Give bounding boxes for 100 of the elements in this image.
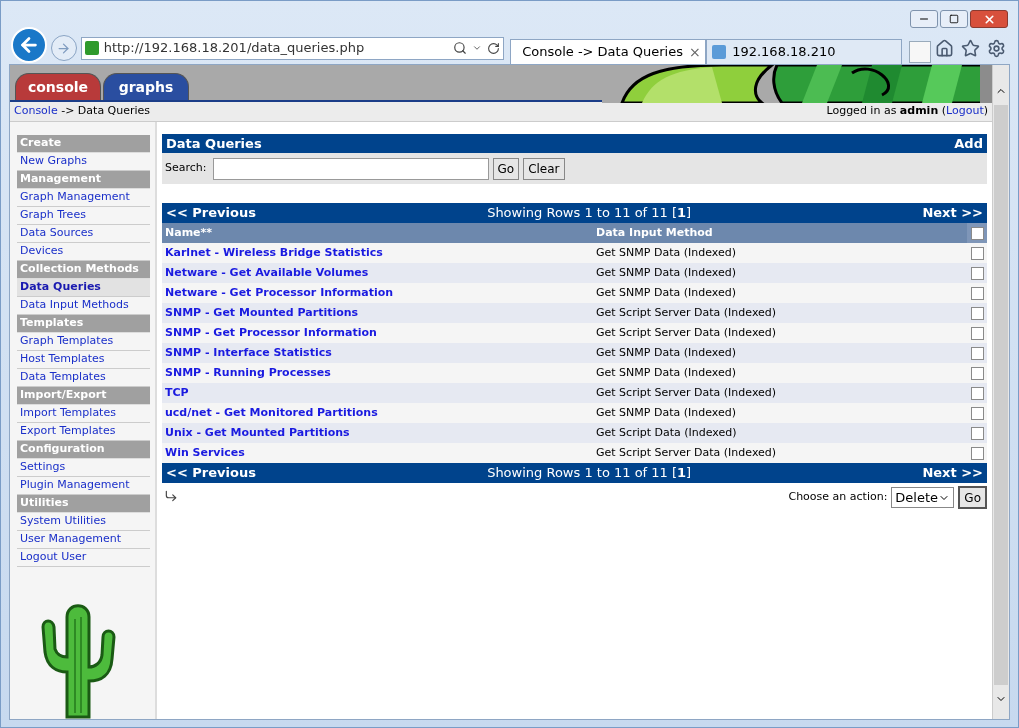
next-link[interactable]: Next >>: [922, 463, 983, 483]
tab-title: Console -> Data Queries: [522, 43, 683, 62]
rows-summary: Showing Rows 1 to 11 of 11 [1]: [487, 464, 692, 483]
checkbox[interactable]: [970, 326, 984, 340]
browser-tab[interactable]: 192.168.18.210: [706, 39, 903, 64]
checkbox[interactable]: [970, 406, 984, 420]
clear-button[interactable]: Clear: [523, 157, 565, 180]
address-text: http://192.168.18.201/data_queries.php: [103, 39, 366, 58]
table-cell-text: Get SNMP Data (Indexed): [595, 404, 737, 421]
sidebar-heading: Utilities: [17, 495, 150, 513]
scrollbar[interactable]: [992, 65, 1009, 719]
checkbox[interactable]: [970, 386, 984, 400]
browser-tab[interactable]: Console -> Data Queries ×: [510, 39, 707, 64]
sidebar-heading: Management: [17, 171, 150, 189]
maximize-icon: [949, 14, 959, 24]
breadcrumb-link[interactable]: Console: [14, 104, 58, 118]
query-name-link[interactable]: Unix - Get Mounted Partitions: [162, 424, 593, 442]
table-cell-text: Get Script Data (Indexed): [595, 424, 738, 441]
forward-arrow-icon: [56, 40, 72, 56]
forward-button[interactable]: [50, 35, 77, 61]
sidebar-item[interactable]: Graph Trees: [17, 207, 150, 225]
go-button[interactable]: Go: [492, 157, 520, 180]
previous-link[interactable]: << Previous: [166, 463, 256, 483]
query-name-link[interactable]: Karlnet - Wireless Bridge Statistics: [162, 244, 593, 262]
action-select[interactable]: Delete: [891, 487, 955, 508]
sidebar-item[interactable]: Graph Management: [17, 189, 150, 207]
table-cell-text: Get SNMP Data (Indexed): [595, 284, 737, 301]
checkbox[interactable]: [970, 286, 984, 300]
sidebar-item[interactable]: Data Sources: [17, 225, 150, 243]
panel-title: Data Queries: [166, 134, 262, 153]
table-cell-text: Get SNMP Data (Indexed): [595, 244, 737, 261]
table-cell-text: Get Script Server Data (Indexed): [595, 304, 778, 321]
query-name-link[interactable]: SNMP - Interface Statistics: [162, 344, 593, 362]
table-cell-text: Get SNMP Data (Indexed): [595, 364, 737, 381]
sidebar-item[interactable]: Logout User: [17, 549, 150, 567]
checkbox[interactable]: [970, 366, 984, 380]
table-cell-text: Get Script Server Data (Indexed): [595, 444, 778, 461]
favorites-icon[interactable]: [961, 38, 980, 58]
column-header[interactable]: Data Input Method: [593, 224, 967, 242]
query-name-link[interactable]: ucd/net - Get Monitored Partitions: [162, 404, 593, 422]
table-cell-text: Get SNMP Data (Indexed): [595, 264, 737, 281]
checkbox[interactable]: [970, 346, 984, 360]
rows-summary: Showing Rows 1 to 11 of 11 [1]: [487, 204, 692, 223]
close-icon: [982, 12, 996, 26]
query-name-link[interactable]: TCP: [162, 384, 593, 402]
dropdown-icon[interactable]: [472, 43, 483, 53]
table-cell-text: Get SNMP Data (Indexed): [595, 344, 737, 361]
checkbox[interactable]: [970, 426, 984, 440]
back-button[interactable]: [11, 27, 47, 63]
logout-link[interactable]: Logout: [946, 104, 984, 118]
checkbox[interactable]: [970, 266, 984, 280]
sidebar-heading: Configuration: [17, 441, 150, 459]
query-name-link[interactable]: SNMP - Get Processor Information: [162, 324, 593, 342]
header-tab[interactable]: console: [15, 73, 101, 101]
search-icon[interactable]: [453, 41, 468, 55]
table-cell-text: Get Script Server Data (Indexed): [595, 384, 778, 401]
sidebar-item[interactable]: System Utilities: [17, 513, 150, 531]
checkbox[interactable]: [970, 446, 984, 460]
sidebar-item[interactable]: Import Templates: [17, 405, 150, 423]
sidebar-heading: Collection Methods: [17, 261, 150, 279]
settings-icon[interactable]: [987, 38, 1006, 58]
breadcrumb-text: -> Data Queries: [60, 104, 151, 118]
checkbox[interactable]: [970, 246, 984, 260]
checkbox[interactable]: [970, 306, 984, 320]
sidebar-item[interactable]: Graph Templates: [17, 333, 150, 351]
query-name-link[interactable]: Netware - Get Available Volumes: [162, 264, 593, 282]
home-icon[interactable]: [935, 38, 954, 58]
query-name-link[interactable]: Win Services: [162, 444, 593, 462]
minimize-button[interactable]: [910, 10, 938, 28]
site-favicon-icon: [84, 41, 99, 55]
close-button[interactable]: [970, 10, 1008, 28]
sidebar-item[interactable]: Host Templates: [17, 351, 150, 369]
column-header[interactable]: Name**: [162, 224, 593, 242]
action-label: Choose an action:: [788, 489, 888, 506]
query-name-link[interactable]: SNMP - Running Processes: [162, 364, 593, 382]
sidebar-heading: Import/Export: [17, 387, 150, 405]
header-tab[interactable]: graphs: [103, 73, 189, 101]
login-status: Logged in as admin (Logout): [826, 103, 988, 120]
previous-link[interactable]: << Previous: [166, 203, 256, 223]
refresh-icon[interactable]: [487, 41, 501, 55]
query-name-link[interactable]: Netware - Get Processor Information: [162, 284, 593, 302]
query-name-link[interactable]: SNMP - Get Mounted Partitions: [162, 304, 593, 322]
tab-title: 192.168.18.210: [732, 43, 837, 62]
add-link[interactable]: Add: [954, 133, 983, 154]
selection-arrow-icon: [164, 489, 178, 503]
sidebar-item[interactable]: Settings: [17, 459, 150, 477]
sidebar-item[interactable]: Data Queries: [17, 279, 150, 297]
page-icon: [712, 45, 727, 59]
address-bar[interactable]: http://192.168.18.201/data_queries.php: [80, 36, 505, 60]
go-button[interactable]: Go: [958, 486, 987, 509]
maximize-button[interactable]: [940, 10, 968, 28]
search-field[interactable]: [212, 157, 489, 180]
sidebar-item[interactable]: User Management: [17, 531, 150, 549]
table-cell-text: Get Script Server Data (Indexed): [595, 324, 778, 341]
checkbox[interactable]: [970, 226, 984, 240]
sidebar-heading: Templates: [17, 315, 150, 333]
search-label: Search:: [165, 160, 207, 177]
sidebar-heading: Create: [17, 135, 150, 153]
next-link[interactable]: Next >>: [922, 203, 983, 223]
tab-close-button[interactable]: ×: [688, 41, 701, 63]
